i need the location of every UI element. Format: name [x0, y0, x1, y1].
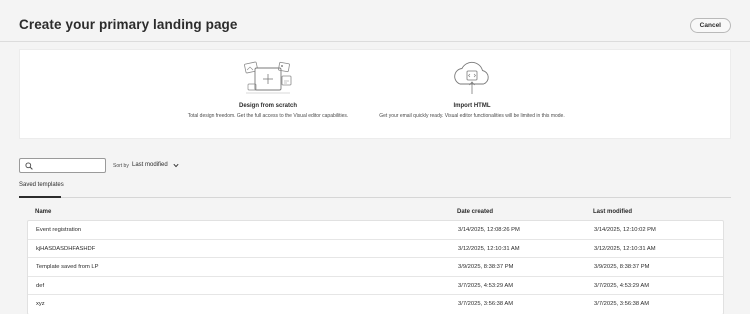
row-date-created: 3/7/2025, 3:56:38 AM	[458, 301, 514, 308]
templates-table: Name Date created Last modified Event re…	[27, 205, 724, 314]
choice-title: Design from scratch	[238, 103, 298, 109]
template-tabs: Saved templates	[19, 181, 731, 198]
table-row[interactable]: Template saved from LP 3/9/2025, 8:38:37…	[28, 258, 723, 277]
tab-saved-templates[interactable]: Saved templates	[19, 181, 64, 197]
design-from-scratch-option[interactable]: Design from scratch Total design freedom…	[180, 60, 356, 119]
row-last-modified: 3/7/2025, 3:56:38 AM	[594, 301, 650, 308]
row-name: Template saved from LP	[36, 264, 99, 271]
table-row[interactable]: xyz 3/7/2025, 3:56:38 AM 3/7/2025, 3:56:…	[28, 295, 723, 314]
search-input[interactable]	[19, 158, 106, 173]
choice-title: Import HTML	[453, 103, 491, 109]
cloud-code-upload-icon	[454, 61, 489, 94]
active-tab-indicator	[19, 196, 61, 198]
row-name: Event registration	[36, 227, 82, 233]
table-row[interactable]: def 3/7/2025, 4:53:29 AM 3/7/2025, 4:53:…	[28, 277, 723, 296]
column-header-last-modified[interactable]: Last modified	[593, 209, 632, 215]
row-last-modified: 3/12/2025, 12:10:31 AM	[594, 245, 656, 252]
chevron-down-icon[interactable]	[173, 163, 179, 168]
row-last-modified: 3/9/2025, 8:38:37 PM	[594, 264, 650, 271]
table-row[interactable]: Event registration 3/14/2025, 12:08:26 P…	[28, 221, 723, 240]
column-header-date-created[interactable]: Date created	[457, 209, 493, 215]
cancel-button[interactable]: Cancel	[689, 18, 731, 33]
sort-label: Sort by	[113, 163, 129, 169]
import-html-option[interactable]: Import HTML Get your email quickly ready…	[366, 60, 578, 119]
column-header-name[interactable]: Name	[35, 209, 51, 215]
table-row[interactable]: kjHASDASDHFASHDF 3/12/2025, 12:10:31 AM …	[28, 240, 723, 259]
table-body: Event registration 3/14/2025, 12:08:26 P…	[27, 220, 724, 314]
table-header: Name Date created Last modified	[27, 205, 724, 220]
row-name: xyz	[36, 301, 45, 308]
row-date-created: 3/7/2025, 4:53:29 AM	[458, 282, 514, 289]
row-date-created: 3/12/2025, 12:10:31 AM	[458, 245, 520, 252]
choice-description: Total design freedom. Get the full acces…	[187, 113, 349, 119]
creation-options-panel: Design from scratch Total design freedom…	[19, 49, 731, 139]
design-canvas-icon	[244, 61, 292, 94]
row-last-modified: 3/7/2025, 4:53:29 AM	[594, 282, 650, 289]
row-date-created: 3/14/2025, 12:08:26 PM	[458, 227, 520, 233]
row-date-created: 3/9/2025, 8:38:37 PM	[458, 264, 514, 271]
page-title: Create your primary landing page	[19, 17, 238, 32]
choice-description: Get your email quickly ready. Visual edi…	[379, 113, 565, 119]
page-header: Create your primary landing page Cancel	[0, 0, 750, 42]
sort-dropdown[interactable]: Last modified	[132, 162, 168, 168]
search-icon	[25, 162, 33, 170]
templates-toolbar: Sort by Last modified	[19, 158, 731, 174]
row-name: def	[36, 282, 45, 289]
row-last-modified: 3/14/2025, 12:10:02 PM	[594, 227, 656, 233]
row-name: kjHASDASDHFASHDF	[36, 245, 96, 252]
